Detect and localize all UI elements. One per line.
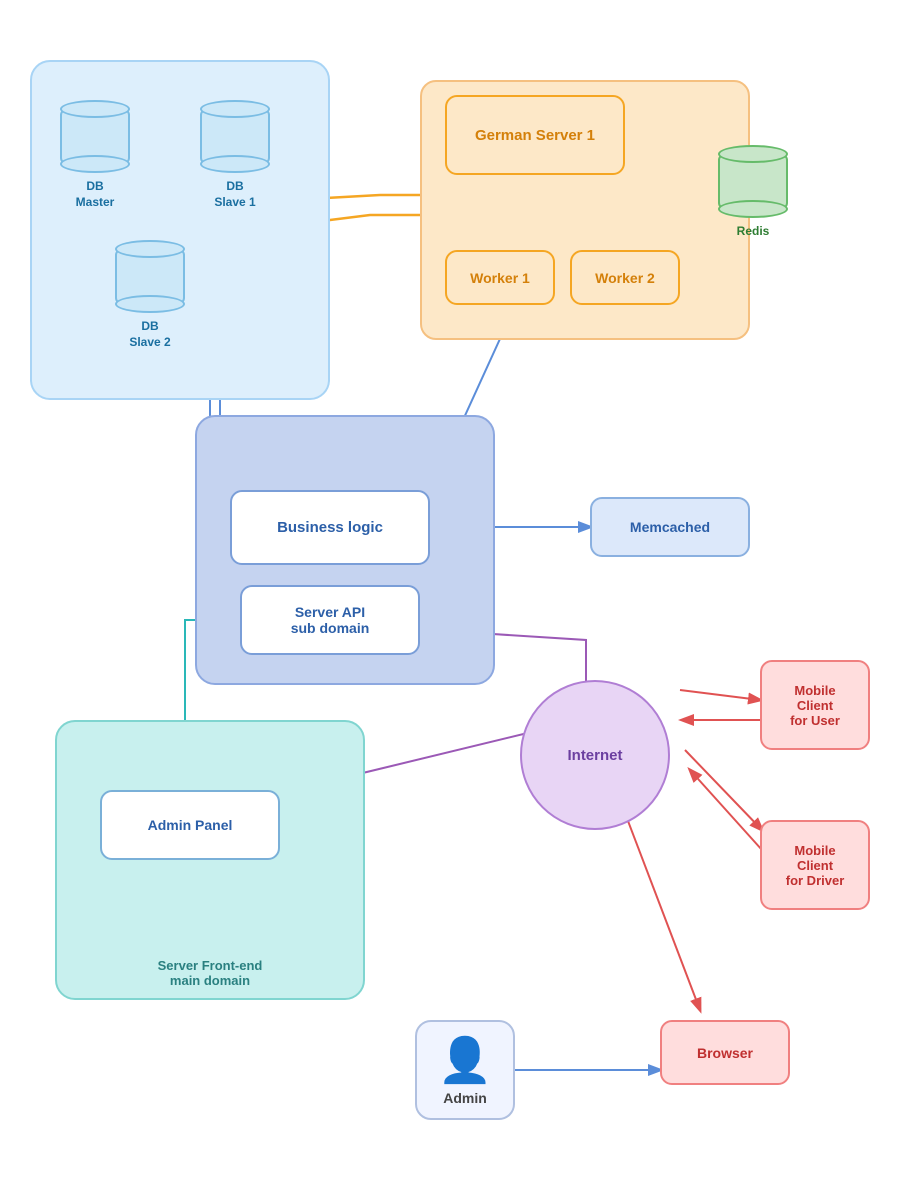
mobile-user-node: MobileClientfor User <box>760 660 870 750</box>
worker1-node: Worker 1 <box>445 250 555 305</box>
memcached-label: Memcached <box>630 519 710 535</box>
db-slave2-label: DBSlave 2 <box>129 319 170 350</box>
worker2-node: Worker 2 <box>570 250 680 305</box>
browser-label: Browser <box>697 1045 753 1061</box>
business-logic-label: Business logic <box>277 519 383 536</box>
mobile-driver-label: MobileClientfor Driver <box>786 843 845 888</box>
browser-node: Browser <box>660 1020 790 1085</box>
german-server1-label: German Server 1 <box>475 127 595 144</box>
server-api-node: Server APIsub domain <box>240 585 420 655</box>
admin-panel-node: Admin Panel <box>100 790 280 860</box>
db-slave1-node: DBSlave 1 <box>200 100 270 210</box>
admin-icon: 👤 <box>438 1034 493 1086</box>
redis-node: Redis <box>718 145 788 240</box>
server-api-label: Server APIsub domain <box>291 604 370 636</box>
frontend-region: Server Front-endmain domain <box>55 720 365 1000</box>
memcached-node: Memcached <box>590 497 750 557</box>
db-slave1-label: DBSlave 1 <box>214 179 255 210</box>
internet-node: Internet <box>520 680 670 830</box>
admin-node: 👤 Admin <box>415 1020 515 1120</box>
admin-panel-label: Admin Panel <box>148 817 233 833</box>
mobile-user-label: MobileClientfor User <box>790 683 840 728</box>
redis-label: Redis <box>737 224 770 240</box>
db-slave2-node: DBSlave 2 <box>115 240 185 350</box>
mobile-driver-node: MobileClientfor Driver <box>760 820 870 910</box>
business-logic-node: Business logic <box>230 490 430 565</box>
worker1-label: Worker 1 <box>470 270 530 286</box>
db-master-label: DBMaster <box>76 179 115 210</box>
architecture-diagram: DBMaster DBSlave 1 DBSlave 2 German Serv… <box>0 0 917 1200</box>
worker2-label: Worker 2 <box>595 270 655 286</box>
internet-label: Internet <box>567 747 622 764</box>
german-server1-node: German Server 1 <box>445 95 625 175</box>
db-master-node: DBMaster <box>60 100 130 210</box>
admin-label: Admin <box>443 1090 487 1106</box>
frontend-region-label: Server Front-endmain domain <box>57 958 363 988</box>
